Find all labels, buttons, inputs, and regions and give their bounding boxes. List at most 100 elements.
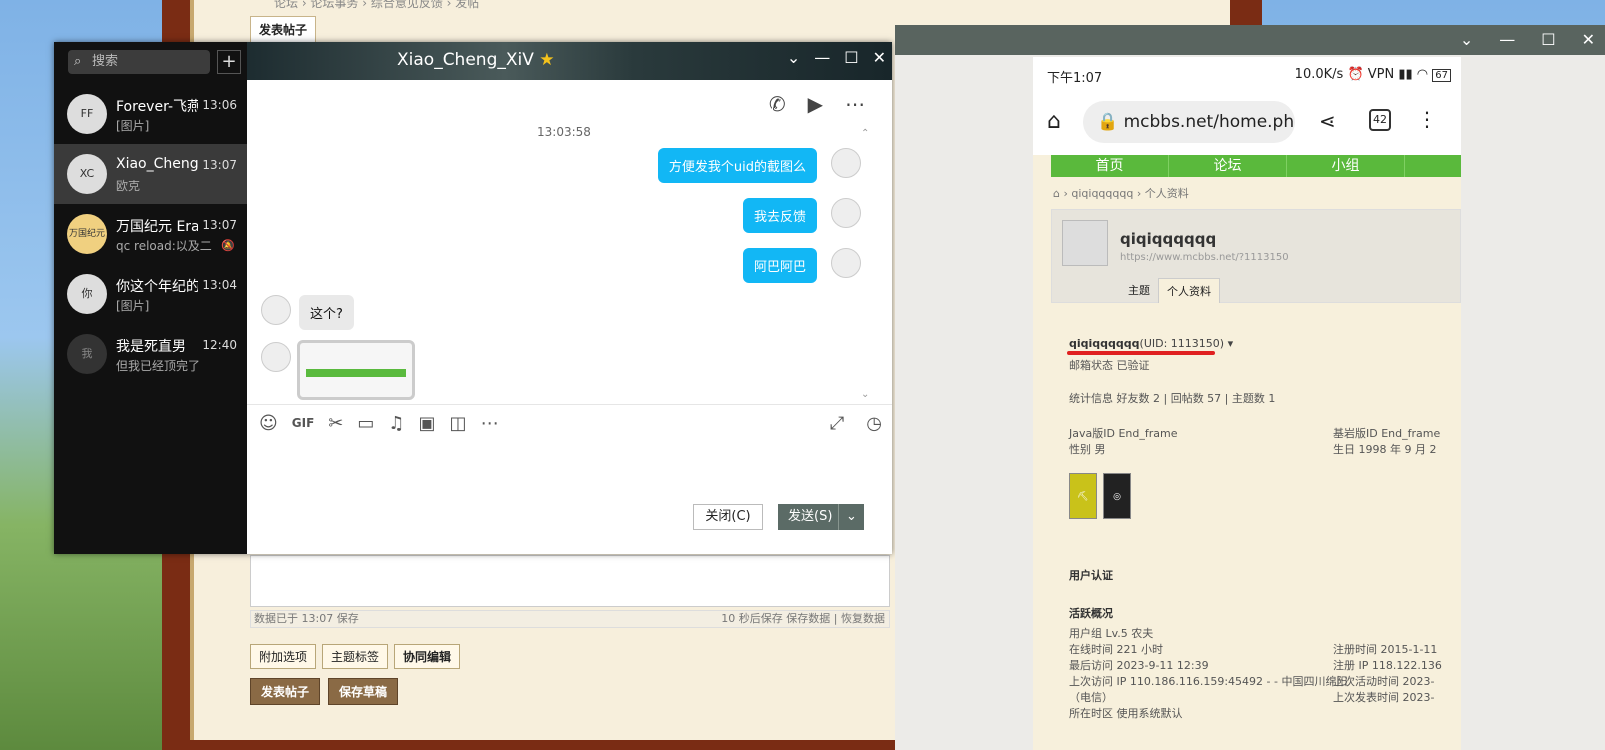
profile-breadcrumb[interactable]: ⌂ › qiqiqqqqqq › 个人资料 <box>1053 185 1189 201</box>
expand-icon[interactable]: ⤢ <box>830 413 844 434</box>
contact-preview: 但我已经顶完了 <box>116 359 201 373</box>
contact-item[interactable]: 我 我是死直男 12:40 但我已经顶完了 <box>54 324 247 384</box>
avatar: 我 <box>67 334 107 374</box>
image-thumbnail[interactable] <box>297 340 415 400</box>
send-button[interactable]: 发送(S) ⌄ <box>778 504 864 530</box>
video-icon[interactable]: ▶ <box>808 92 823 116</box>
send-label: 发送(S) <box>788 509 833 524</box>
profile-tabs: 主题 个人资料 <box>1120 278 1220 303</box>
submit-post-button[interactable]: 发表帖子 <box>250 678 321 705</box>
contact-item[interactable]: FF Forever-飞燕 13:06 [图片] <box>54 84 247 144</box>
save-status: 数据已于 13:07 保存 <box>254 612 359 625</box>
red-underline <box>1067 351 1215 355</box>
mirror-window-controls: ⌄ — ☐ ✕ <box>1460 30 1595 49</box>
emoji-icon[interactable]: ☺ <box>259 413 278 434</box>
nav-forum[interactable]: 论坛 <box>1169 155 1287 177</box>
post-tab[interactable]: 发表帖子 <box>250 16 317 43</box>
close-button[interactable]: 关闭(C) <box>693 504 763 530</box>
screen-icon[interactable]: ◫ <box>450 413 467 434</box>
phone-mirror-window: ⌄ — ☐ ✕ 下午1:07 10.0K/s ⏰ VPN ▮▮ ◠ 67 ⌂ 🔒… <box>895 25 1605 750</box>
contact-time: 13:06 <box>202 98 237 112</box>
message-timestamp: 13:03:58 <box>537 125 591 139</box>
uid-username: qiqiqqqqqq <box>1069 337 1140 350</box>
avatar: FF <box>67 94 107 134</box>
share-icon[interactable]: ⋖ <box>1319 109 1336 133</box>
more-icon[interactable]: ⋯ <box>845 92 865 116</box>
birthday: 生日 1998 年 9 月 2 <box>1333 443 1437 456</box>
folder-icon[interactable]: ▭ <box>357 413 374 434</box>
search-input[interactable]: ⌕ 搜索 <box>68 50 210 74</box>
contact-time: 13:07 <box>202 218 237 232</box>
scrollbar[interactable]: ⌃ ⌄ <box>861 128 875 400</box>
maximize-icon[interactable]: ☐ <box>1541 30 1555 49</box>
tab-profile[interactable]: 个人资料 <box>1158 278 1220 303</box>
url-field[interactable]: 🔒 mcbbs.net/home.ph <box>1083 101 1295 143</box>
minimize-icon[interactable]: — <box>814 48 830 67</box>
scroll-up-icon[interactable]: ⌃ <box>861 128 875 139</box>
chevron-down-icon[interactable]: ⌄ <box>787 48 800 67</box>
message-bubble[interactable]: 这个? <box>299 295 354 330</box>
input-tools: ☺ GIF ✂ ▭ ♫ ▣ ◫ ⋯ <box>259 413 499 434</box>
chevron-down-icon[interactable]: ⌄ <box>1460 30 1473 49</box>
music-icon[interactable]: ♫ <box>388 413 404 434</box>
tab-topics[interactable]: 主题 <box>1120 278 1158 303</box>
extra-options-button[interactable]: 附加选项 <box>250 644 317 669</box>
image-icon[interactable]: ▣ <box>419 413 436 434</box>
send-options-icon[interactable]: ⌄ <box>838 504 864 530</box>
minimize-icon[interactable]: — <box>1499 30 1515 49</box>
phone-icon[interactable]: ✆ <box>769 92 786 116</box>
nav-home[interactable]: 首页 <box>1051 155 1169 177</box>
gender: 性别 男 <box>1069 443 1106 456</box>
chat-tools: ✆ ▶ ⋯ <box>769 92 865 116</box>
add-button[interactable]: + <box>217 50 241 74</box>
scroll-down-icon[interactable]: ⌄ <box>861 389 869 400</box>
contact-time: 13:04 <box>202 278 237 292</box>
message-bubble[interactable]: 方便发我个uid的截图么 <box>657 148 817 183</box>
topic-tags-button[interactable]: 主题标签 <box>322 644 389 669</box>
tab-count[interactable]: 42 <box>1369 109 1391 131</box>
more-vert-icon[interactable]: ⋮ <box>1417 107 1437 131</box>
net-speed: 10.0K/s <box>1294 67 1344 82</box>
history-icon[interactable]: ◷ <box>866 413 882 434</box>
star-icon: ★ <box>539 50 555 70</box>
contact-preview: [图片] <box>116 119 150 133</box>
contact-name: 我是死直男 <box>116 339 186 355</box>
search-placeholder: 搜索 <box>92 54 119 69</box>
message-bubble[interactable]: 阿巴阿巴 <box>742 248 817 283</box>
nav-group[interactable]: 小组 <box>1287 155 1405 177</box>
contact-item[interactable]: 你 你这个年纪的 13:04 [图片] <box>54 264 247 324</box>
activity-heading: 活跃概况 <box>1069 607 1113 620</box>
medal-mcbbs-icon[interactable]: ◎ <box>1103 473 1131 519</box>
maximize-icon[interactable]: ☐ <box>844 48 858 67</box>
save-status-bar: 数据已于 13:07 保存 10 秒后保存 保存数据 | 恢复数据 <box>250 610 890 628</box>
contact-list: FF Forever-飞燕 13:06 [图片] XC Xiao_Cheng_X… <box>54 84 247 384</box>
profile-link[interactable]: https://www.mcbbs.net/?1113150 <box>1120 252 1289 263</box>
gif-icon[interactable]: GIF <box>292 413 315 434</box>
self-avatar <box>831 148 861 178</box>
self-avatar <box>831 248 861 278</box>
thumbnail-nav-bar <box>306 369 406 377</box>
mute-icon: 🔕 <box>221 239 235 252</box>
message-bubble[interactable]: 我去反馈 <box>742 198 817 233</box>
contact-preview: [图片] <box>116 299 150 313</box>
save-actions[interactable]: 10 秒后保存 保存数据 | 恢复数据 <box>721 611 885 627</box>
close-icon[interactable]: ✕ <box>873 48 886 67</box>
contact-sidebar: ⌕ 搜索 + FF Forever-飞燕 13:06 [图片] XC Xiao_… <box>54 42 247 554</box>
medal-pickaxe-icon[interactable]: ⛏ <box>1069 473 1097 519</box>
close-icon[interactable]: ✕ <box>1582 30 1595 49</box>
site-nav: 首页 论坛 小组 <box>1051 155 1461 177</box>
timezone: 所在时区 使用系统默认 <box>1069 707 1183 720</box>
phone-screen: 下午1:07 10.0K/s ⏰ VPN ▮▮ ◠ 67 ⌂ 🔒 mcbbs.n… <box>1033 57 1461 750</box>
co-edit-button[interactable]: 协同编辑 <box>394 644 461 669</box>
uid-value: (UID: 1113150) ▾ <box>1139 337 1234 350</box>
more-tools-icon[interactable]: ⋯ <box>481 413 499 434</box>
message-input[interactable]: 关闭(C) 发送(S) ⌄ <box>247 440 892 554</box>
home-icon[interactable]: ⌂ <box>1047 109 1061 134</box>
profile-avatar <box>1062 220 1108 266</box>
contact-item[interactable]: 万国纪元 万国纪元 Era 13:07 qc reload:以及二 🔕 <box>54 204 247 264</box>
post-editor[interactable] <box>250 555 890 607</box>
scissors-icon[interactable]: ✂ <box>328 413 343 434</box>
contact-name: Xiao_Cheng_XiV <box>116 156 198 172</box>
save-draft-button[interactable]: 保存草稿 <box>328 678 399 705</box>
contact-item-selected[interactable]: XC Xiao_Cheng_XiV 13:07 欧克 <box>54 144 247 204</box>
